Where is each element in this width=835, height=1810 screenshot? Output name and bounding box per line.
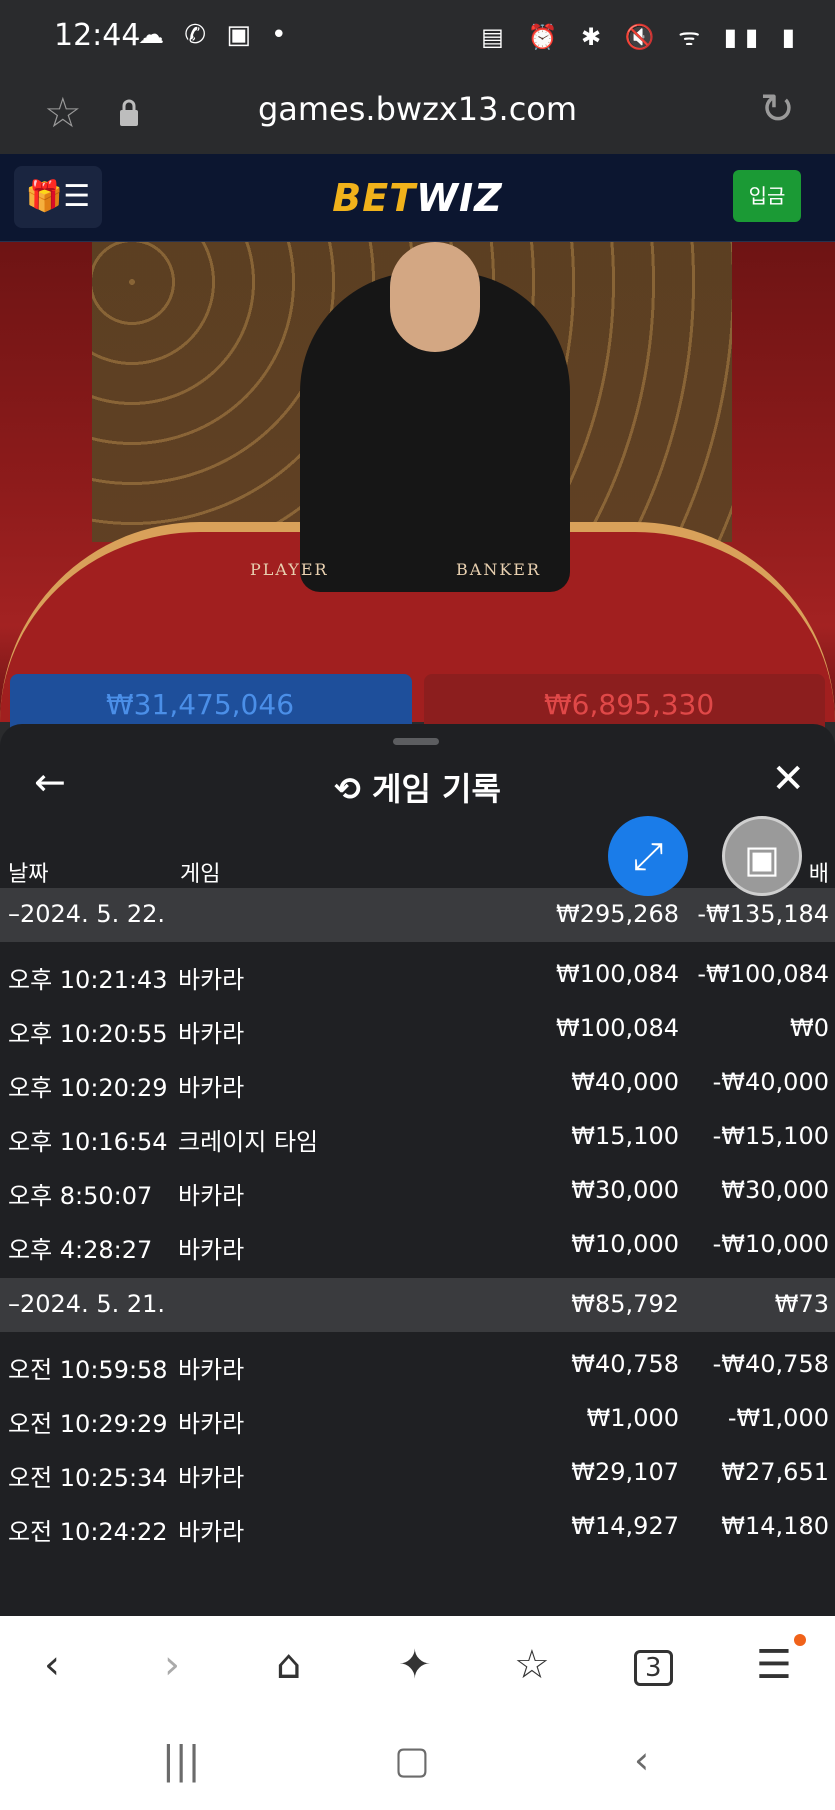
row-game: 바카라	[178, 1464, 245, 1492]
system-navigation-bar: ||| ▢ ‹	[0, 1716, 835, 1810]
close-icon[interactable]: ✕	[771, 756, 805, 802]
expand-icon[interactable]: ⤢	[608, 816, 688, 896]
group-profit-total: -₩135,184	[697, 900, 829, 928]
row-game: 바카라	[178, 1518, 245, 1546]
group-profit-total: ₩73	[774, 1290, 829, 1318]
row-time: 오후 10:16:54	[8, 1128, 168, 1156]
home-button-icon[interactable]: ▢	[394, 1738, 430, 1782]
browser-toolbar: ‹ › ⌂ ✦ ☆ 3 ☰	[0, 1616, 835, 1716]
home-icon[interactable]: ⌂	[276, 1642, 301, 1688]
row-time: 오후 8:50:07	[8, 1182, 153, 1210]
row-bet: ₩40,000	[571, 1068, 679, 1096]
row-game: 바카라	[178, 1074, 245, 1102]
row-time: 오후 10:20:55	[8, 1020, 168, 1048]
assistant-sparkle-icon[interactable]: ✦	[398, 1642, 432, 1688]
row-time: 오후 4:28:27	[8, 1236, 153, 1264]
row-bet: ₩10,000	[571, 1230, 679, 1258]
date-group-row[interactable]: –2024. 5. 22. ₩295,268 -₩135,184	[0, 888, 835, 942]
live-dealer-video: PLAYER BANKER	[0, 242, 835, 722]
url-text[interactable]: games.bwzx13.com	[0, 90, 835, 128]
row-bet: ₩100,084	[556, 960, 679, 988]
history-row[interactable]: 오전 10:24:22 바카라 ₩14,927 ₩14,180	[0, 1500, 835, 1554]
deposit-button[interactable]: 입금	[733, 170, 801, 222]
row-profit: ₩14,180	[721, 1512, 829, 1540]
row-profit: ₩30,000	[721, 1176, 829, 1204]
recent-apps-icon[interactable]: |||	[162, 1738, 200, 1782]
drag-handle[interactable]	[393, 738, 439, 745]
row-profit: -₩40,000	[712, 1068, 829, 1096]
row-profit: -₩15,100	[712, 1122, 829, 1150]
history-row[interactable]: 오후 10:20:55 바카라 ₩100,084 ₩0	[0, 1002, 835, 1056]
row-bet: ₩40,758	[571, 1350, 679, 1378]
row-game: 바카라	[178, 1410, 245, 1438]
column-date: 날짜	[8, 862, 49, 887]
history-row[interactable]: 오후 10:21:43 바카라 ₩100,084 -₩100,084	[0, 948, 835, 1002]
tabs-icon[interactable]: 3	[634, 1650, 673, 1686]
row-bet: ₩14,927	[571, 1512, 679, 1540]
notification-icons: ☁ ✆ ▣ •	[138, 20, 293, 50]
row-profit: ₩27,651	[721, 1458, 829, 1486]
row-profit: -₩100,084	[697, 960, 829, 988]
row-profit: -₩1,000	[727, 1404, 829, 1432]
status-bar: 12:44 ☁ ✆ ▣ • ▤ ⏰ ✱ 🔇 ᯤ ▮▮ ▮	[0, 0, 835, 76]
row-time: 오후 10:20:29	[8, 1074, 168, 1102]
history-row[interactable]: 오후 8:50:07 바카라 ₩30,000 ₩30,000	[0, 1164, 835, 1218]
picture-in-picture-icon[interactable]: ▣	[722, 816, 802, 896]
notification-dot	[794, 1634, 806, 1646]
row-profit: ₩0	[790, 1014, 829, 1042]
dealer-head	[390, 242, 480, 352]
player-table-label: PLAYER	[250, 560, 329, 579]
system-back-icon[interactable]: ‹	[634, 1738, 649, 1782]
column-game: 게임	[180, 862, 221, 887]
row-game: 바카라	[178, 1356, 245, 1384]
group-bet-total: ₩295,268	[556, 900, 679, 928]
history-row[interactable]: 오후 10:20:29 바카라 ₩40,000 -₩40,000	[0, 1056, 835, 1110]
group-date: –2024. 5. 22.	[8, 900, 166, 928]
row-profit: -₩10,000	[712, 1230, 829, 1258]
forward-icon[interactable]: ›	[164, 1642, 180, 1688]
banker-table-label: BANKER	[456, 560, 541, 579]
bookmarks-icon[interactable]: ☆	[514, 1642, 550, 1688]
history-row[interactable]: 오후 4:28:27 바카라 ₩10,000 -₩10,000	[0, 1218, 835, 1272]
row-game: 바카라	[178, 1020, 245, 1048]
back-icon[interactable]: ‹	[44, 1642, 60, 1688]
sheet-title: ⟲ 게임 기록	[334, 770, 501, 808]
row-time: 오전 10:24:22	[8, 1518, 168, 1546]
history-row[interactable]: 오전 10:59:58 바카라 ₩40,758 -₩40,758	[0, 1338, 835, 1392]
row-game: 바카라	[178, 966, 245, 994]
history-row[interactable]: 오후 10:16:54 크레이지 타임 ₩15,100 -₩15,100	[0, 1110, 835, 1164]
history-icon: ⟲	[334, 770, 361, 808]
history-row[interactable]: 오전 10:25:34 바카라 ₩29,107 ₩27,651	[0, 1446, 835, 1500]
site-logo[interactable]: BETWIZ	[0, 176, 835, 220]
menu-icon[interactable]: ☰	[756, 1642, 792, 1688]
row-bet: ₩29,107	[571, 1458, 679, 1486]
history-row[interactable]: 오전 10:29:29 바카라 ₩1,000 -₩1,000	[0, 1392, 835, 1446]
row-bet: ₩100,084	[556, 1014, 679, 1042]
site-header: 🎁☰ BETWIZ 입금	[0, 154, 835, 242]
row-game: 크레이지 타임	[178, 1128, 319, 1156]
column-profit: 배	[808, 862, 829, 887]
row-game: 바카라	[178, 1182, 245, 1210]
browser-address-bar: ☆ games.bwzx13.com ↻	[0, 76, 835, 154]
row-bet: ₩30,000	[571, 1176, 679, 1204]
row-bet: ₩1,000	[586, 1404, 679, 1432]
row-bet: ₩15,100	[571, 1122, 679, 1150]
table-header: 날짜 게임 배	[0, 848, 835, 890]
system-status-icons: ▤ ⏰ ✱ 🔇 ᯤ ▮▮ ▮	[481, 23, 803, 51]
row-game: 바카라	[178, 1236, 245, 1264]
row-time: 오전 10:59:58	[8, 1356, 168, 1384]
group-bet-total: ₩85,792	[571, 1290, 679, 1318]
status-time: 12:44	[54, 18, 141, 53]
date-group-row[interactable]: –2024. 5. 21. ₩85,792 ₩73	[0, 1278, 835, 1332]
group-date: –2024. 5. 21.	[8, 1290, 166, 1318]
reload-icon[interactable]: ↻	[760, 84, 795, 133]
row-time: 오전 10:25:34	[8, 1464, 168, 1492]
row-time: 오전 10:29:29	[8, 1410, 168, 1438]
row-time: 오후 10:21:43	[8, 966, 168, 994]
row-profit: -₩40,758	[712, 1350, 829, 1378]
